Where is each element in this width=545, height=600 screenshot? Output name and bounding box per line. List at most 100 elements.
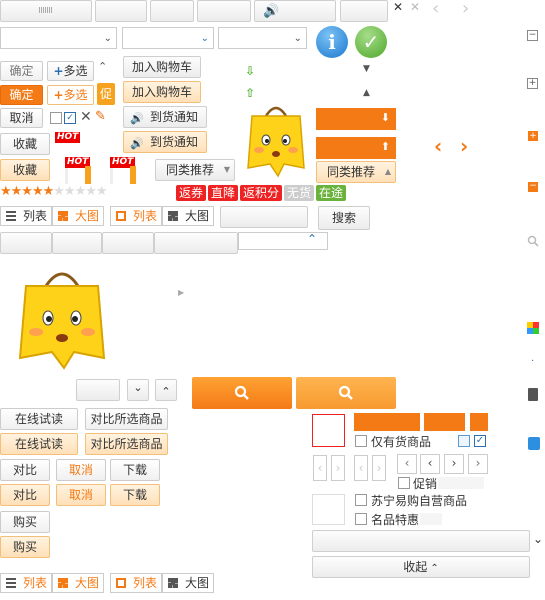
close-icon-dark[interactable]: ✕ [393, 0, 403, 14]
big-view-tab-grey[interactable]: 大图 [162, 573, 214, 593]
minus-orange-icon[interactable]: − [528, 182, 538, 192]
segment-2[interactable] [52, 232, 102, 254]
top-tab-3[interactable] [150, 0, 194, 22]
notify-button[interactable]: 🔊 到货通知 [123, 106, 207, 128]
prev-page-button-grey[interactable]: ‹ [313, 455, 327, 481]
top-tab-2[interactable] [95, 0, 147, 22]
chevron-down-icon[interactable]: ▼ [363, 64, 370, 74]
last-page-button[interactable]: › [468, 454, 488, 474]
first-page-button[interactable]: ‹ [397, 454, 417, 474]
compare-selected-button[interactable]: 对比所选商品 [85, 408, 168, 430]
multi-select-button-orange[interactable]: +多选 [47, 85, 94, 105]
prev-button-grey-2[interactable]: ‹ [354, 455, 368, 481]
next-page-button[interactable]: › [444, 454, 464, 474]
orange-tab-2[interactable] [424, 413, 465, 431]
small-up-button[interactable]: ⌃ [155, 379, 177, 401]
small-down-button[interactable]: ⌄ [127, 379, 149, 401]
next-button-grey-2[interactable]: › [372, 455, 386, 481]
confirm-button-grey[interactable]: 确定 [0, 61, 43, 81]
checkbox-empty[interactable] [50, 112, 62, 124]
add-cart-button-orange[interactable]: 加入购物车 [123, 81, 201, 103]
arrow-left-icon-orange[interactable]: ‹ [434, 134, 442, 158]
buy-button-orange[interactable]: 购买 [0, 536, 50, 558]
check-circle-icon[interactable]: ✓ [355, 26, 387, 58]
collapse-button[interactable]: 收起 ⌃ [312, 556, 530, 578]
similar-dropdown-orange[interactable]: 同类推荐 ▲ [316, 161, 396, 183]
plus-orange-icon[interactable]: + [528, 131, 538, 141]
favorite-button-orange[interactable]: 收藏 [0, 159, 50, 181]
list-view-tab-orange[interactable]: 列表 [110, 573, 162, 593]
big-view-tab[interactable]: 大图 [52, 206, 104, 226]
image-thumb[interactable] [312, 494, 345, 525]
close-icon-light[interactable]: ✕ [410, 0, 420, 14]
color-palette-icon[interactable] [527, 322, 539, 334]
top-tab-6[interactable] [340, 0, 388, 22]
checkbox-blue[interactable] [458, 435, 470, 447]
big-view-tab-grey[interactable]: 大图 [162, 206, 214, 226]
search-input-box[interactable] [220, 206, 308, 228]
try-online-button[interactable]: 在线试读 [0, 408, 78, 430]
image-thumb-red[interactable] [312, 414, 345, 447]
top-tab-4[interactable] [197, 0, 251, 22]
add-cart-button[interactable]: 加入购物车 [123, 56, 201, 78]
minus-box-icon[interactable]: − [527, 30, 538, 41]
orange-up-button[interactable]: ⬆ [316, 137, 396, 159]
list-view-tab-orange[interactable]: 列表 [110, 206, 162, 226]
specials-checkbox[interactable] [355, 513, 367, 525]
plus-box-icon[interactable]: + [527, 78, 538, 89]
edit-note-icon[interactable] [528, 437, 540, 450]
search-icon[interactable] [527, 235, 539, 247]
arrow-left-icon-grey[interactable]: ‹ [432, 0, 439, 19]
info-icon[interactable]: i [316, 26, 348, 58]
expand-bar[interactable] [312, 530, 530, 552]
similar-dropdown[interactable]: 同类推荐 ▼ [155, 159, 235, 181]
orange-tab-3[interactable] [470, 413, 488, 431]
next-page-button-grey[interactable]: › [331, 455, 345, 481]
checkbox-blue-checked[interactable]: ✓ [474, 435, 486, 447]
promo-checkbox[interactable] [398, 477, 410, 489]
search-button-orange-light[interactable] [296, 377, 396, 409]
close-x-icon[interactable]: ✕ [80, 109, 92, 125]
try-online-button-orange[interactable]: 在线试读 [0, 433, 78, 455]
small-input[interactable] [76, 379, 120, 401]
list-view-tab[interactable]: 列表 [0, 573, 52, 593]
segment-5[interactable]: ⌃ [238, 232, 328, 250]
self-operated-checkbox[interactable] [355, 494, 367, 506]
checkbox-checked[interactable]: ✓ [64, 112, 76, 124]
chevron-up-icon[interactable]: ⌃ [98, 60, 107, 73]
search-button[interactable]: 搜索 [318, 206, 370, 230]
segment-4[interactable] [154, 232, 238, 254]
document-icon[interactable] [528, 388, 538, 401]
arrow-right-icon-orange[interactable]: › [460, 134, 468, 158]
download-button[interactable]: 下载 [110, 459, 160, 481]
top-tab-sound[interactable]: 🔊 [254, 0, 336, 22]
top-tab-1[interactable] [0, 0, 92, 22]
cancel-button[interactable]: 取消 [0, 108, 43, 128]
compare-button-orange[interactable]: 对比 [0, 484, 50, 506]
segment-1[interactable] [0, 232, 52, 254]
favorite-button[interactable]: 收藏 [0, 133, 50, 155]
chevron-down-icon[interactable]: ⌄ [533, 532, 543, 546]
search-button-orange[interactable] [192, 377, 292, 409]
only-stock-checkbox[interactable] [355, 435, 367, 447]
orange-down-button[interactable]: ⬇ [316, 108, 396, 130]
arrow-right-icon-grey[interactable]: › [462, 0, 469, 19]
dropdown-3[interactable]: ⌄ [218, 27, 307, 49]
download-button-orange[interactable]: 下载 [110, 484, 160, 506]
compare-selected-button-orange[interactable]: 对比所选商品 [85, 433, 168, 455]
big-view-tab[interactable]: 大图 [52, 573, 104, 593]
multi-select-button[interactable]: +多选 [47, 61, 94, 81]
segment-3[interactable] [102, 232, 154, 254]
chevron-up-icon[interactable]: ▲ [363, 88, 370, 98]
cancel-action-button[interactable]: 取消 [56, 459, 106, 481]
confirm-button-orange[interactable]: 确定 [0, 85, 43, 105]
prev-page-button[interactable]: ‹ [420, 454, 440, 474]
notify-button-orange[interactable]: 🔊 到货通知 [123, 131, 207, 153]
buy-button[interactable]: 购买 [0, 511, 50, 533]
dropdown-1[interactable]: ⌄ [0, 27, 117, 49]
orange-tab-1[interactable] [354, 413, 420, 431]
eraser-icon[interactable]: ✎ [95, 109, 106, 124]
cancel-action-button-orange[interactable]: 取消 [56, 484, 106, 506]
compare-button[interactable]: 对比 [0, 459, 50, 481]
dropdown-2[interactable]: ⌄ [122, 27, 214, 49]
